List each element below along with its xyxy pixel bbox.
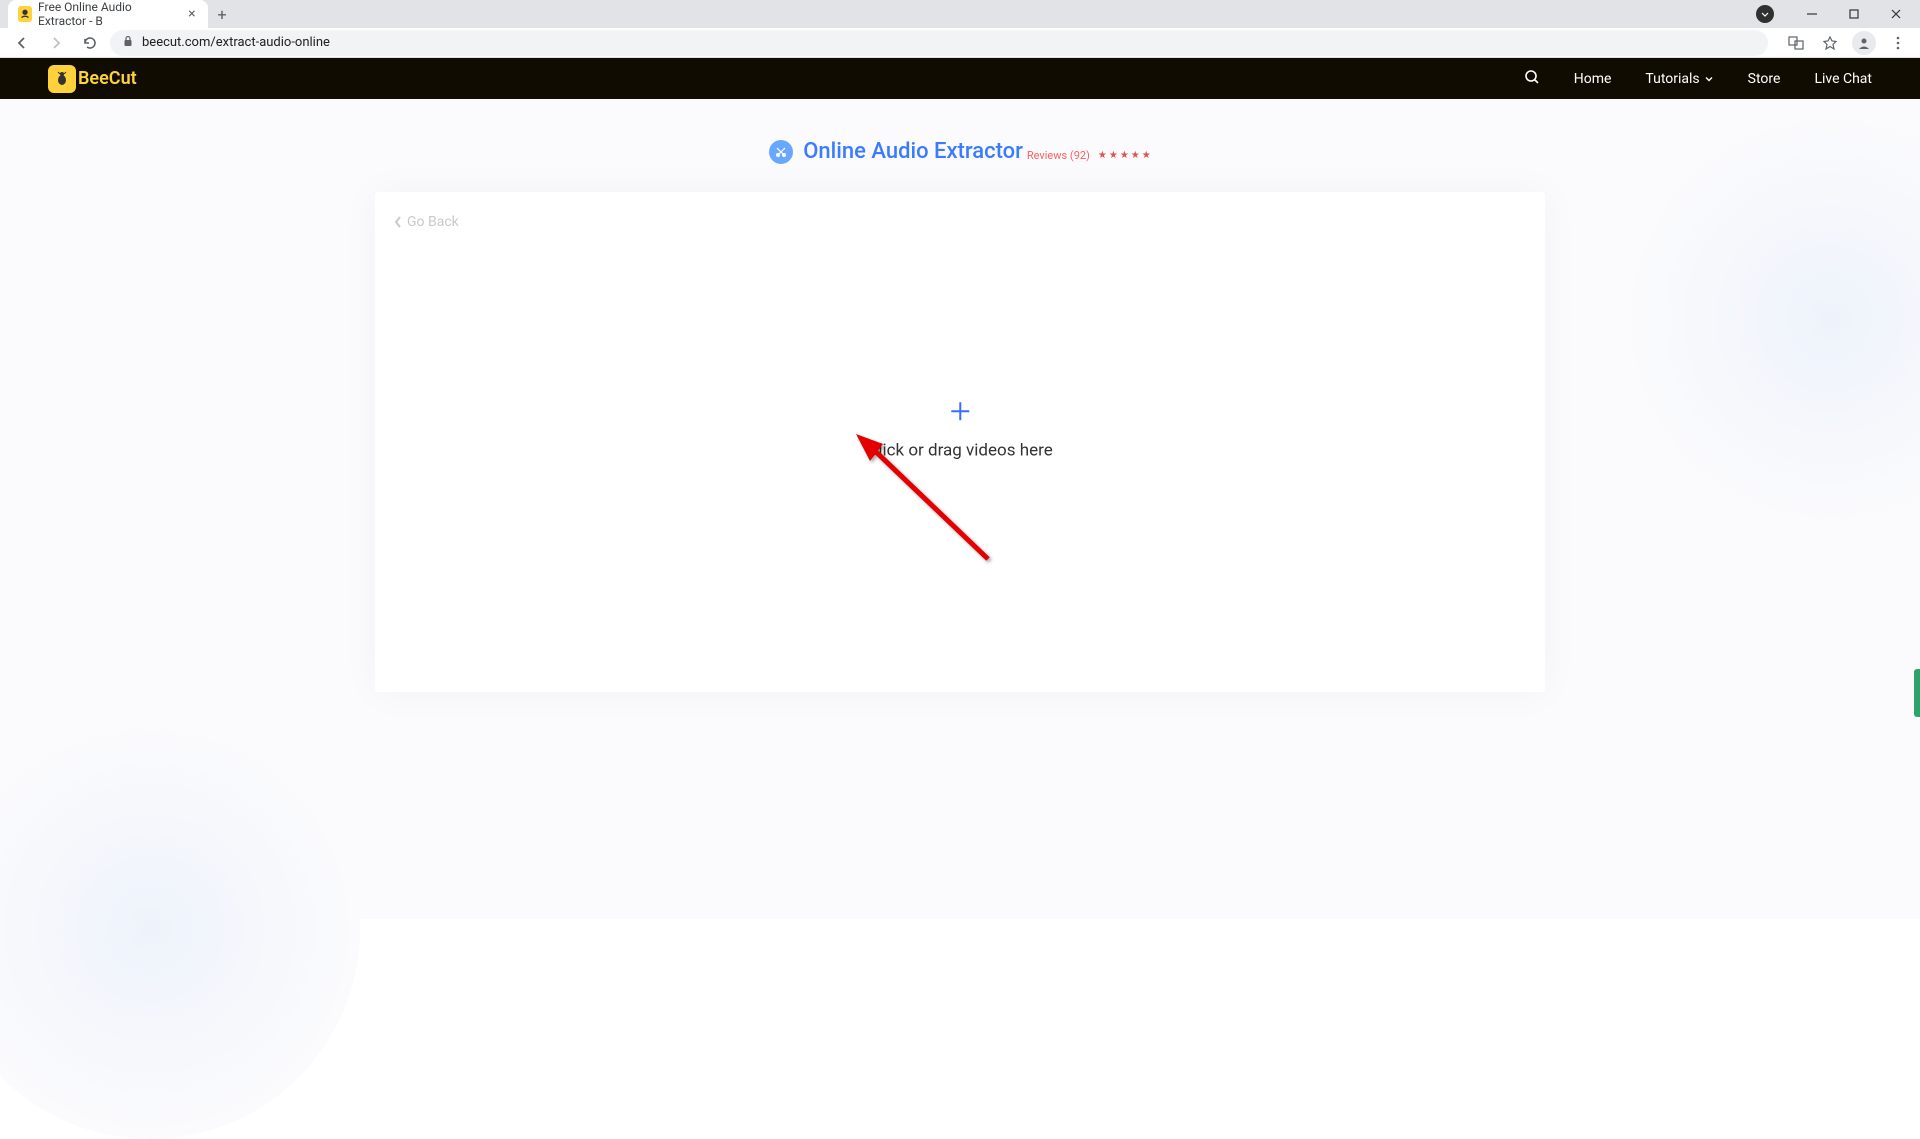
go-back-button[interactable]: Go Back	[393, 214, 459, 230]
star-icon: ★	[1131, 150, 1140, 161]
browser-titlebar: Free Online Audio Extractor - B × +	[0, 0, 1920, 28]
bookmark-star-icon[interactable]	[1816, 29, 1844, 57]
window-controls	[1756, 0, 1920, 28]
account-chip-icon[interactable]	[1756, 5, 1774, 23]
reviews-link[interactable]: Reviews (92)	[1027, 149, 1090, 162]
main-nav: Home Tutorials Store Live Chat	[1524, 69, 1872, 89]
browser-toolbar: beecut.com/extract-audio-online	[0, 28, 1920, 58]
lock-icon	[122, 35, 134, 51]
translate-icon[interactable]	[1782, 29, 1810, 57]
kebab-menu-icon[interactable]	[1884, 29, 1912, 57]
tabs-area: Free Online Audio Extractor - B × +	[0, 0, 236, 28]
toolbar-right-icons	[1774, 29, 1912, 57]
site-header: BeeCut Home Tutorials Store Live Chat	[0, 58, 1920, 99]
url-text: beecut.com/extract-audio-online	[142, 35, 330, 50]
upload-panel: Go Back Click or drag videos here	[375, 192, 1545, 692]
star-rating: ★ ★ ★ ★ ★	[1098, 150, 1151, 161]
star-icon: ★	[1109, 150, 1118, 161]
reload-button[interactable]	[76, 29, 104, 57]
browser-tab[interactable]: Free Online Audio Extractor - B ×	[8, 0, 208, 28]
forward-button[interactable]	[42, 29, 70, 57]
new-tab-button[interactable]: +	[208, 0, 236, 28]
brand-name: BeeCut	[78, 68, 137, 89]
nav-store[interactable]: Store	[1748, 71, 1781, 87]
nav-live-chat[interactable]: Live Chat	[1814, 71, 1872, 87]
page-content: Online Audio Extractor Reviews (92) ★ ★ …	[0, 99, 1920, 919]
drop-zone-text: Click or drag videos here	[867, 440, 1052, 460]
maximize-button[interactable]	[1836, 0, 1872, 28]
plus-icon	[867, 399, 1052, 428]
side-accent	[1914, 669, 1920, 717]
nav-home[interactable]: Home	[1574, 71, 1612, 87]
close-window-button[interactable]	[1878, 0, 1914, 28]
minimize-button[interactable]	[1794, 0, 1830, 28]
go-back-label: Go Back	[407, 214, 459, 230]
star-icon: ★	[1098, 150, 1107, 161]
tab-title: Free Online Audio Extractor - B	[38, 0, 180, 28]
music-scissors-icon	[769, 140, 793, 164]
chevron-down-icon	[1704, 74, 1714, 84]
title-block: Online Audio Extractor Reviews (92) ★ ★ …	[0, 139, 1920, 164]
profile-avatar[interactable]	[1850, 29, 1878, 57]
close-icon[interactable]: ×	[186, 7, 198, 21]
nav-tutorials-label: Tutorials	[1645, 71, 1699, 87]
star-icon: ★	[1142, 150, 1151, 161]
star-icon: ★	[1120, 150, 1129, 161]
drop-zone[interactable]: Click or drag videos here	[867, 399, 1052, 460]
bg-decoration	[0, 719, 360, 1139]
back-button[interactable]	[8, 29, 36, 57]
search-icon[interactable]	[1524, 69, 1540, 89]
page-title: Online Audio Extractor	[803, 139, 1023, 164]
bg-decoration	[1620, 109, 1920, 529]
address-bar[interactable]: beecut.com/extract-audio-online	[110, 30, 1768, 56]
brand-logo[interactable]: BeeCut	[48, 65, 137, 93]
nav-tutorials[interactable]: Tutorials	[1645, 71, 1713, 87]
tab-favicon	[18, 6, 32, 22]
bee-logo-icon	[48, 65, 76, 93]
chevron-left-icon	[393, 215, 403, 229]
